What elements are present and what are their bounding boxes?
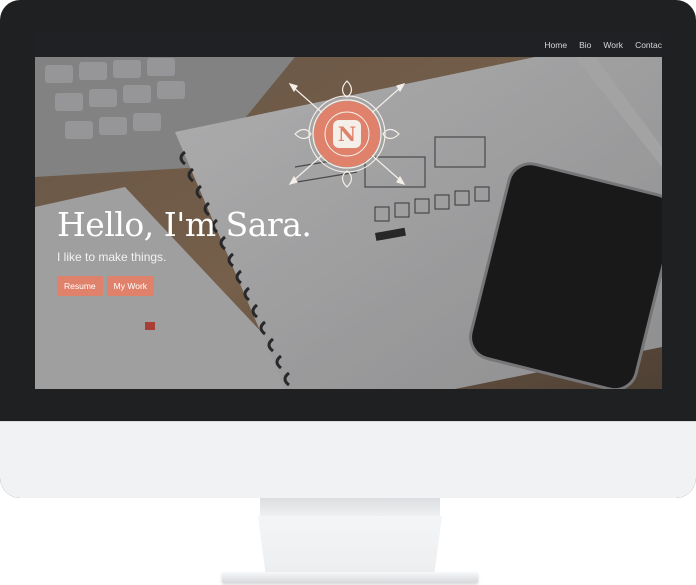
top-navigation-bar: Home Bio Work Contac bbox=[35, 33, 662, 57]
nav-menu: Home Bio Work Contac bbox=[544, 33, 662, 57]
nav-link-home[interactable]: Home bbox=[544, 40, 567, 50]
monogram-logo-emblem: N bbox=[288, 80, 406, 188]
hero-buttons: Resume My Work bbox=[57, 276, 155, 296]
website-screen: Home Bio Work Contac N Hello, I'm Sara. … bbox=[35, 33, 662, 389]
emblem-letter: N bbox=[338, 122, 356, 146]
hero-subtitle: I like to make things. bbox=[57, 250, 167, 264]
resume-button[interactable]: Resume bbox=[57, 276, 103, 296]
monitor-stand bbox=[258, 516, 442, 572]
monitor-frame: Home Bio Work Contac N Hello, I'm Sara. … bbox=[0, 0, 696, 498]
monitor-base bbox=[222, 572, 478, 583]
monitor-neck bbox=[260, 498, 440, 516]
nav-link-work[interactable]: Work bbox=[603, 40, 623, 50]
nav-link-bio[interactable]: Bio bbox=[579, 40, 591, 50]
hero-section: N Hello, I'm Sara. I like to make things… bbox=[35, 57, 662, 389]
nav-link-contact[interactable]: Contac bbox=[635, 40, 662, 50]
my-work-button[interactable]: My Work bbox=[106, 276, 155, 296]
hero-title: Hello, I'm Sara. bbox=[57, 205, 312, 244]
monitor-chin bbox=[0, 421, 696, 498]
